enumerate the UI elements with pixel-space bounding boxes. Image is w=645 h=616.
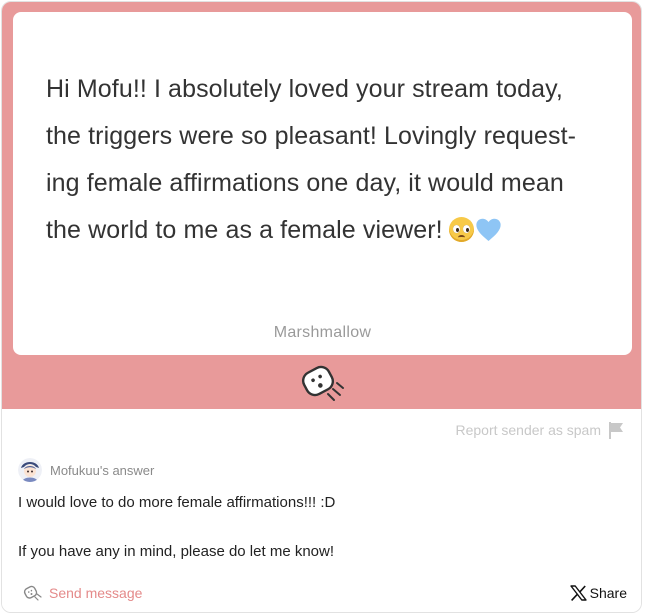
answer-header: Mofukuu's answer [18,458,154,482]
message-line-2: the triggers were so pleasant! Lovingly … [46,122,577,150]
x-logo-icon [569,585,587,601]
answer-paragraph: If you have any in mind, please do let m… [18,543,335,560]
marshmallow-post-card: Hi Mofu!! I absolutely loved your stream… [1,1,642,613]
message-text: Hi Mofu!! I absolutely loved your stream… [46,66,606,254]
answer-paragraph: I would love to do more female affirmati… [18,494,336,511]
card-footer-brand: Marshmallow [273,324,372,341]
message-line-3: ing female affirmations one day, it woul… [46,169,564,197]
send-message-label: Send message [49,585,143,601]
message-line-1: Hi Mofu!! I absolutely loved your stream… [46,75,563,103]
send-message-button[interactable]: Send message [23,584,142,602]
answer-section: Report sender as spam Mofukuu's answer I… [2,409,641,612]
marshmallow-send-icon [23,585,42,601]
marshmallow-logo-icon [301,365,344,401]
answer-text: I would love to do more female affirmati… [18,492,618,562]
blue-heart-emoji-icon [476,218,501,241]
message-card: Hi Mofu!! I absolutely loved your stream… [13,12,632,355]
message-line-4: the world to me as a female viewer! [46,216,443,244]
message-panel: Hi Mofu!! I absolutely loved your stream… [2,2,641,409]
flag-icon [609,422,623,439]
report-spam-button[interactable]: Report sender as spam [455,421,625,439]
pleading-face-emoji-icon [448,217,474,242]
answer-header-label: Mofukuu's answer [50,462,155,478]
report-spam-label: Report sender as spam [455,422,601,438]
share-button[interactable]: Share [569,585,627,601]
avatar [18,458,42,482]
share-label: Share [589,585,627,601]
